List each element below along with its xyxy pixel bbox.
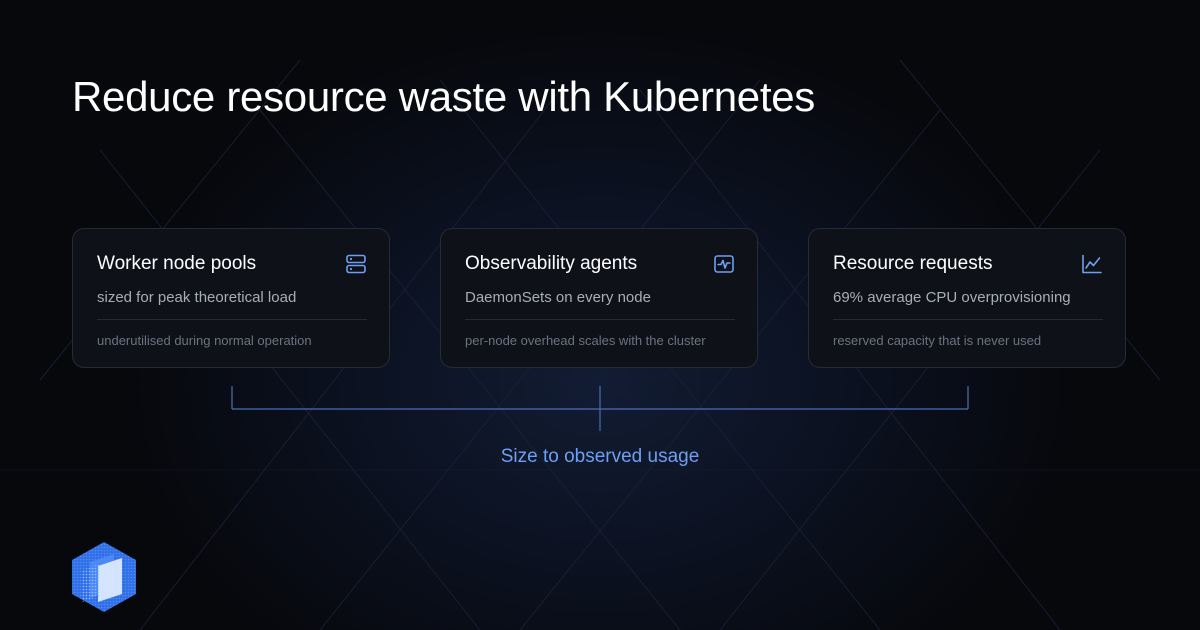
brand-logo — [72, 542, 136, 612]
grouping-bracket — [231, 386, 969, 431]
bracket-label: Size to observed usage — [500, 446, 700, 467]
